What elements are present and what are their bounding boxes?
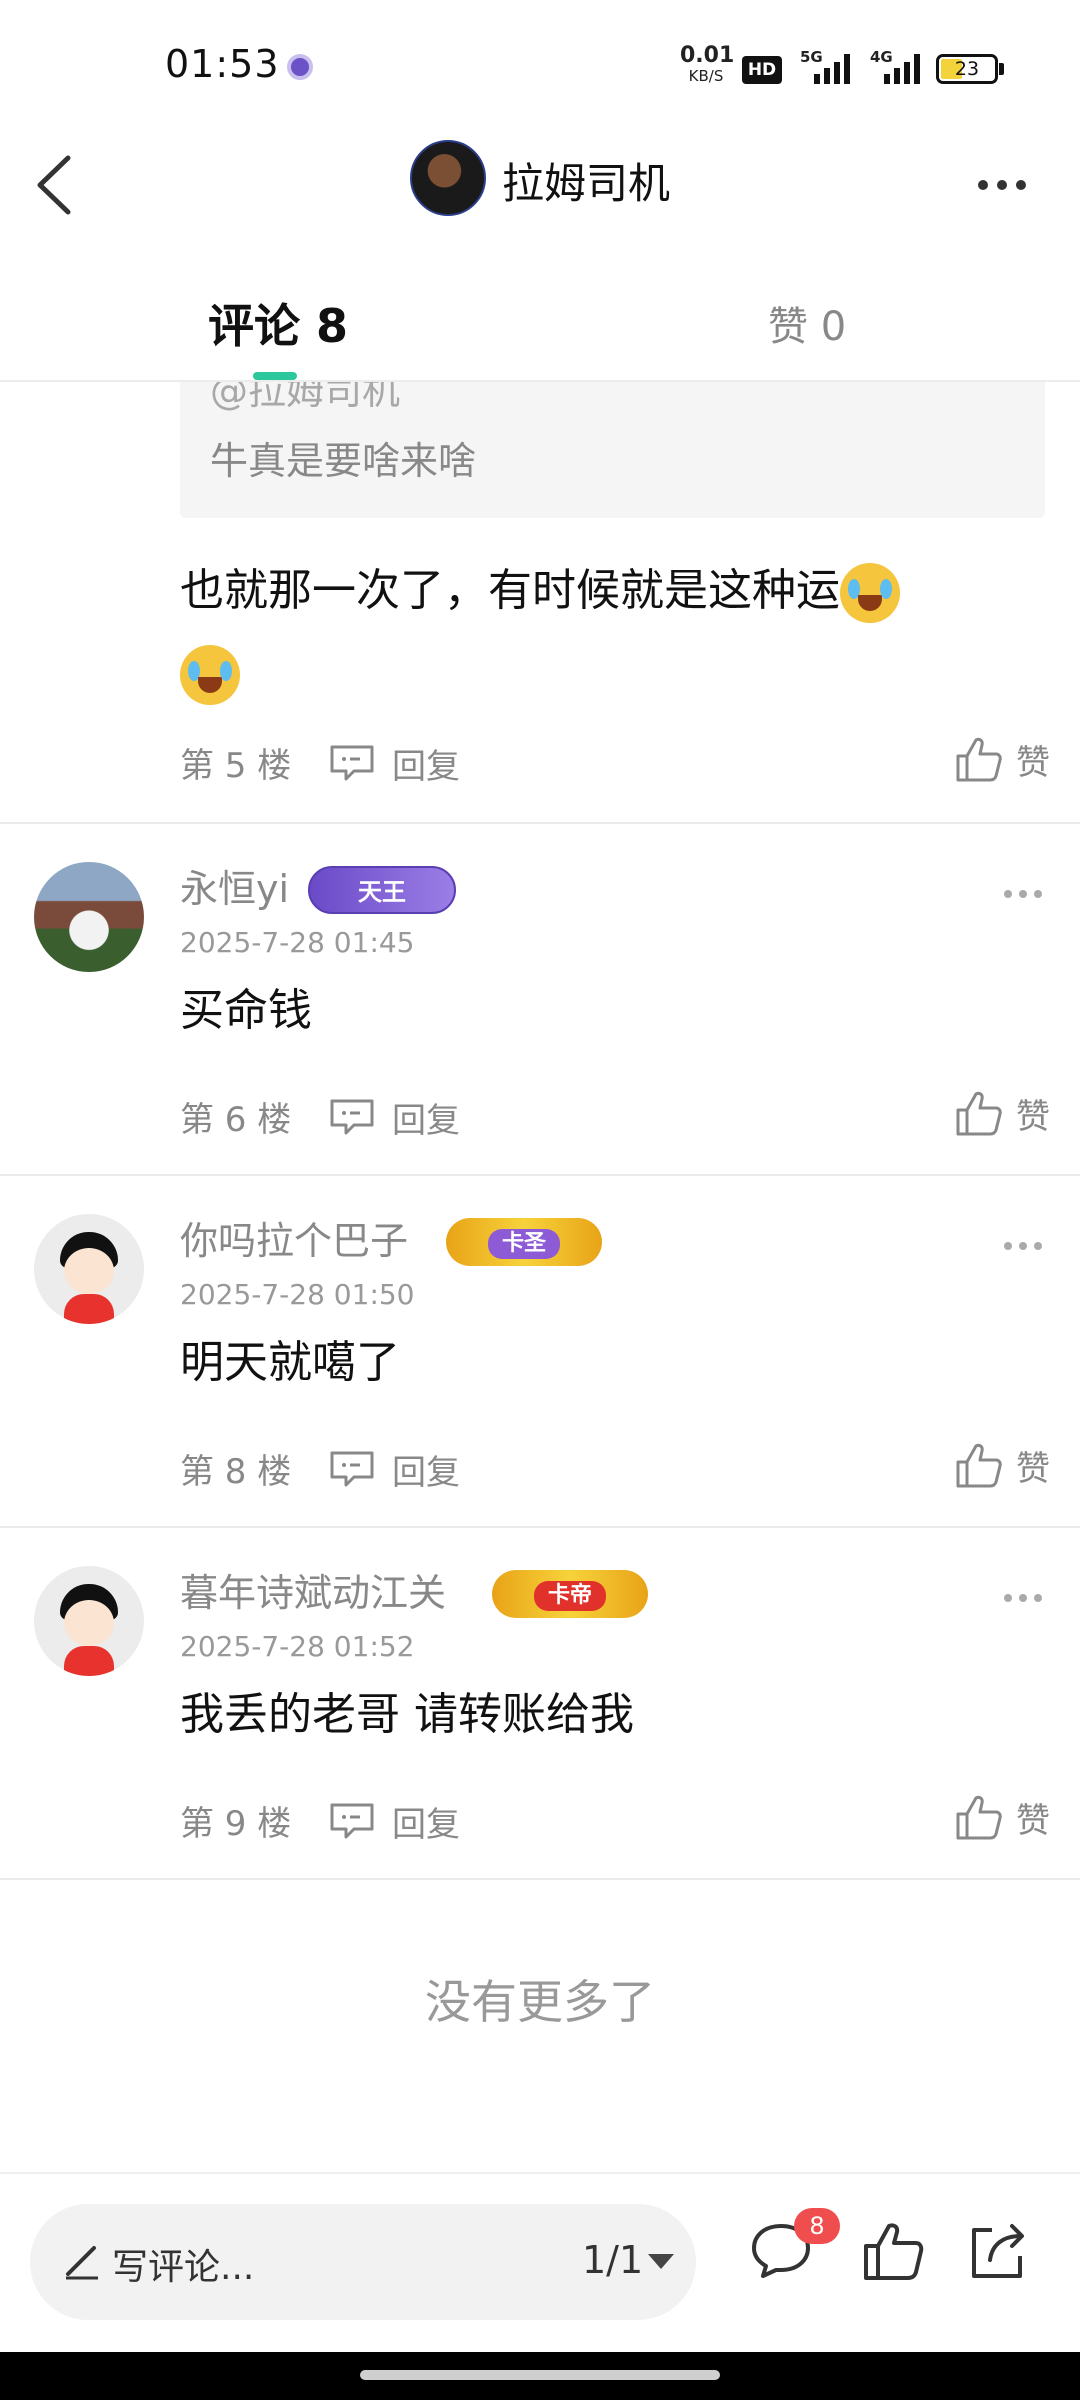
- crying-laughing-emoji-icon: [180, 645, 240, 705]
- tab-likes[interactable]: 赞 0: [768, 294, 846, 352]
- status-bar: 01:53 0.01 KB/S HD 5G 4G 23: [0, 0, 1080, 130]
- quoted-text: 牛真是要啥来啥: [210, 439, 477, 483]
- more-options-icon[interactable]: [978, 170, 1038, 200]
- user-level-badge-label: 卡帝: [533, 1581, 606, 1611]
- battery-tip: [999, 63, 1004, 75]
- comment-more-icon[interactable]: [1004, 890, 1042, 898]
- comment-text: 买命钱: [180, 985, 312, 1036]
- chevron-down-icon[interactable]: [648, 2254, 674, 2269]
- thumbs-up-icon: [956, 1443, 1002, 1488]
- comment-meta-row: 第 6 楼 回复 赞: [180, 1091, 1050, 1142]
- reply-text: 也就那一次了，有时候就是这种运: [180, 550, 1000, 714]
- thumbs-up-icon: [956, 1091, 1002, 1136]
- reply-text-content: 也就那一次了，有时候就是这种运: [180, 565, 840, 616]
- network-speed-value: 0.01: [680, 43, 735, 68]
- signal-5g-icon: 5G: [800, 48, 856, 84]
- comment-meta-row: 第 9 楼 回复 赞: [180, 1795, 1050, 1846]
- signal-4g-icon: 4G: [870, 48, 926, 84]
- floor-number: 第 8 楼: [180, 1452, 292, 1492]
- like-label: 赞: [1016, 742, 1050, 783]
- like-label: 赞: [1016, 1096, 1050, 1137]
- comment-more-icon[interactable]: [1004, 1242, 1042, 1250]
- reply-label: 回复: [392, 746, 460, 787]
- reply-bubble-icon: [330, 745, 374, 781]
- like-button[interactable]: 赞: [954, 1792, 1050, 1842]
- user-avatar[interactable]: [34, 1214, 144, 1324]
- comment-text: 我丢的老哥 请转账给我: [180, 1689, 634, 1740]
- notification-app-icon: [287, 54, 313, 80]
- reply-button[interactable]: 回复: [328, 738, 460, 788]
- reply-label: 回复: [392, 1804, 460, 1845]
- like-label: 赞: [1016, 1448, 1050, 1489]
- share-icon[interactable]: [962, 2216, 1032, 2286]
- thumbs-up-icon: [956, 1795, 1002, 1840]
- user-level-badge: 天王: [308, 866, 456, 914]
- comment-placeholder: 写评论...: [112, 2247, 255, 2288]
- page-indicator[interactable]: 1/1: [582, 2238, 643, 2282]
- reply-meta-row: 第 5 楼 回复 赞: [180, 737, 1050, 788]
- tab-comments[interactable]: 评论 8: [208, 290, 348, 356]
- user-level-badge: 卡帝: [492, 1570, 648, 1618]
- reply-button[interactable]: 回复: [328, 1092, 460, 1142]
- like-label: 赞: [1016, 1800, 1050, 1841]
- reply-button[interactable]: 回复: [328, 1444, 460, 1494]
- thumbs-up-icon[interactable]: [858, 2216, 928, 2286]
- user-avatar[interactable]: [34, 862, 144, 972]
- system-navigation-bar: [0, 2352, 1080, 2400]
- battery-level: 23: [954, 58, 980, 80]
- end-of-list-message: 没有更多了: [425, 1975, 655, 2029]
- bottom-action-bar: 写评论... 1/1 8: [0, 2172, 1080, 2352]
- floor-number: 第 6 楼: [180, 1100, 292, 1140]
- comment-item: 你吗拉个巴子 卡圣 2025-7-28 01:50 明天就噶了 第 8 楼 回复…: [0, 1176, 1080, 1526]
- floor-number: 第 9 楼: [180, 1804, 292, 1844]
- write-comment-input[interactable]: 写评论... 1/1: [30, 2204, 696, 2320]
- comment-timestamp: 2025-7-28 01:50: [180, 1278, 415, 1311]
- like-button[interactable]: 赞: [954, 1440, 1050, 1490]
- username[interactable]: 暮年诗斌动江关: [180, 1562, 446, 1617]
- like-button[interactable]: 赞: [954, 1088, 1050, 1138]
- network-speed: 0.01 KB/S: [680, 43, 735, 86]
- comment-more-icon[interactable]: [1004, 1594, 1042, 1602]
- divider: [0, 1878, 1080, 1880]
- user-avatar[interactable]: [34, 1566, 144, 1676]
- reply-label: 回复: [392, 1452, 460, 1493]
- comment-list: @拉姆司机 牛真是要啥来啥 也就那一次了，有时候就是这种运 第 5 楼 回复 赞…: [0, 382, 1080, 2172]
- user-level-badge-label: 卡圣: [487, 1229, 560, 1259]
- comment-meta-row: 第 8 楼 回复 赞: [180, 1443, 1050, 1494]
- comment-timestamp: 2025-7-28 01:52: [180, 1630, 415, 1663]
- crying-laughing-emoji-icon: [840, 563, 900, 623]
- reply-bubble-icon: [330, 1451, 374, 1487]
- comment-text: 明天就噶了: [180, 1337, 400, 1388]
- hd-voice-icon: HD: [742, 56, 782, 84]
- comment-item: 永恒yi 天王 2025-7-28 01:45 买命钱 第 6 楼 回复 赞: [0, 824, 1080, 1174]
- quoted-reply: @拉姆司机 牛真是要啥来啥: [180, 382, 1045, 518]
- reply-label: 回复: [392, 1100, 460, 1141]
- quoted-author[interactable]: @拉姆司机: [210, 382, 400, 415]
- author-avatar[interactable]: [410, 140, 486, 216]
- pencil-icon: [66, 2246, 98, 2280]
- top-header: 拉姆司机: [0, 130, 1080, 240]
- username[interactable]: 你吗拉个巴子: [180, 1210, 408, 1265]
- thumbs-up-icon: [956, 737, 1002, 782]
- like-button[interactable]: 赞: [954, 734, 1050, 784]
- back-arrow-icon[interactable]: [30, 150, 90, 220]
- user-level-badge: 卡圣: [446, 1218, 602, 1266]
- tab-bar: 评论 8 赞 0: [0, 270, 1080, 382]
- reply-bubble-icon: [330, 1099, 374, 1135]
- floor-number: 第 5 楼: [180, 746, 292, 786]
- battery-icon: 23: [936, 54, 998, 84]
- network-speed-unit: KB/S: [688, 67, 724, 85]
- username[interactable]: 永恒yi: [180, 858, 289, 913]
- comment-item: 暮年诗斌动江关 卡帝 2025-7-28 01:52 我丢的老哥 请转账给我 第…: [0, 1528, 1080, 1878]
- reply-bubble-icon: [330, 1803, 374, 1839]
- comment-timestamp: 2025-7-28 01:45: [180, 926, 415, 959]
- active-tab-indicator: [253, 372, 297, 380]
- author-name[interactable]: 拉姆司机: [502, 150, 670, 211]
- home-indicator[interactable]: [360, 2370, 720, 2380]
- comment-count-badge: 8: [794, 2208, 840, 2244]
- status-time: 01:53: [165, 42, 280, 86]
- reply-button[interactable]: 回复: [328, 1796, 460, 1846]
